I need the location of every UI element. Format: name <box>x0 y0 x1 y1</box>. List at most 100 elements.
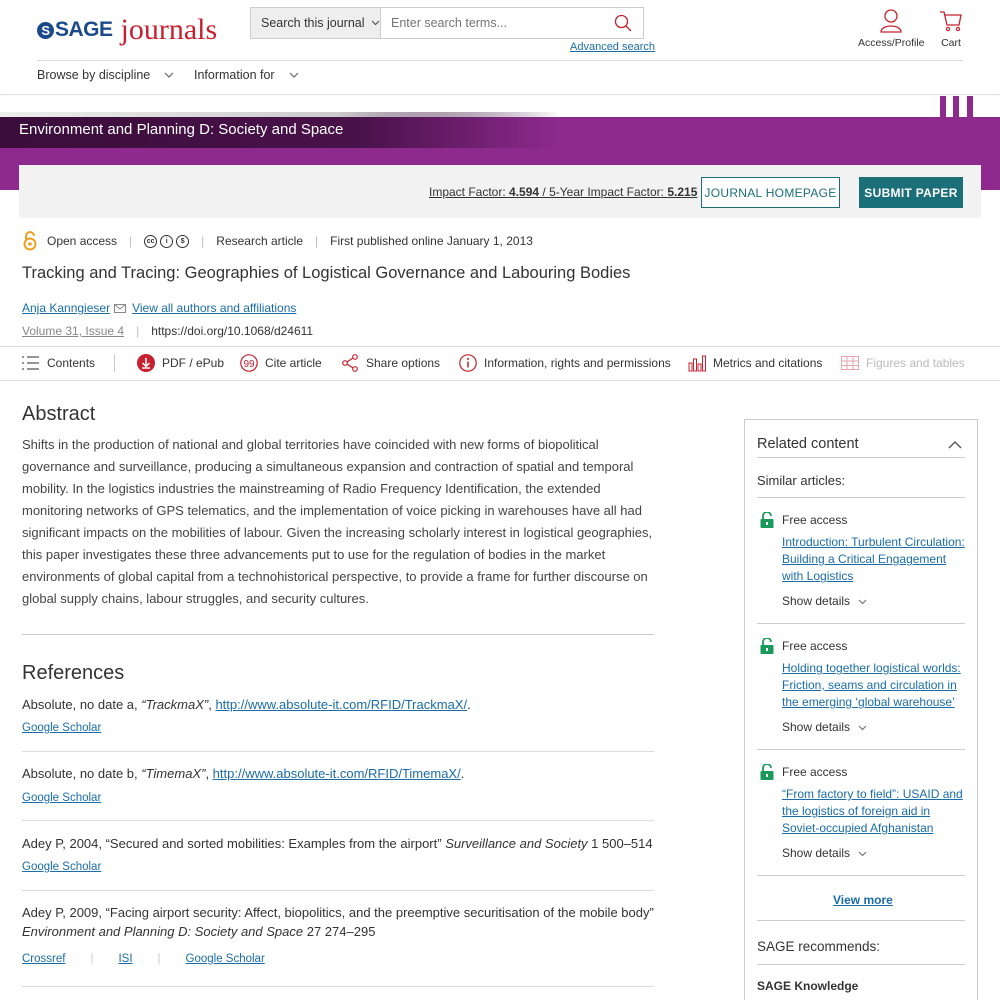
chevron-up-icon[interactable] <box>948 436 962 454</box>
show-details-button[interactable]: Show details <box>782 846 867 860</box>
list-icon <box>22 356 39 370</box>
contents-button[interactable]: Contents <box>22 352 95 374</box>
figures-tables-button[interactable]: Figures and tables <box>841 352 965 374</box>
access-profile-label: Access/Profile <box>858 37 925 49</box>
search-bar: Search this journal <box>250 7 644 39</box>
search-button[interactable] <box>603 8 643 38</box>
metrics-citations-button[interactable]: Metrics and citations <box>688 352 822 374</box>
journal-homepage-button[interactable]: JOURNAL HOMEPAGE <box>701 177 840 208</box>
journal-banner-highlight <box>0 112 560 117</box>
nav-browse-by-discipline[interactable]: Browse by discipline <box>37 68 174 82</box>
figures-tables-label: Figures and tables <box>866 356 965 370</box>
impact-factor-separator: / <box>539 185 550 199</box>
envelope-icon[interactable] <box>114 303 127 313</box>
unlock-icon <box>760 637 774 659</box>
related-divider <box>757 920 965 921</box>
cart-button[interactable]: Cart <box>939 9 963 49</box>
open-access-icon <box>23 231 37 251</box>
cite-article-button[interactable]: 99 Cite article <box>240 352 322 374</box>
submit-paper-button[interactable]: SUBMIT PAPER <box>859 177 963 208</box>
reference-text: Absolute, no date b, <box>22 766 142 781</box>
contents-label: Contents <box>47 356 96 370</box>
sage-recommends-heading: SAGE recommends: <box>757 939 881 954</box>
journal-name[interactable]: Environment and Planning D: Society and … <box>19 121 343 138</box>
show-details-label: Show details <box>782 846 851 860</box>
impact-factor-label: Impact Factor: <box>429 185 510 199</box>
reference-title: “TimemaX” <box>141 766 206 781</box>
quote-icon: 99 <box>240 354 258 372</box>
sage-journals-logo[interactable]: S SAGE journals <box>37 13 218 46</box>
nav-divider <box>0 94 1000 95</box>
reference-text: Adey P, 2009, “Facing airport security: … <box>22 905 654 920</box>
show-details-button[interactable]: Show details <box>782 594 867 608</box>
abstract-heading: Abstract <box>22 403 96 425</box>
meta-separator: | <box>315 234 319 248</box>
author-row: Anja Kanngieser View all authors and aff… <box>22 301 296 315</box>
view-more-link[interactable]: View more <box>833 893 893 907</box>
related-divider <box>757 497 965 498</box>
search-icon <box>614 14 632 32</box>
search-scope-label: Search this journal <box>261 16 365 30</box>
related-article-link[interactable]: Holding together logistical worlds: Fric… <box>782 660 966 711</box>
all-authors-link[interactable]: View all authors and affiliations <box>132 301 296 315</box>
information-rights-label: Information, rights and permissions <box>484 356 671 370</box>
google-scholar-link[interactable]: Google Scholar <box>22 792 101 804</box>
reference-divider <box>22 986 654 987</box>
meta-separator: | <box>136 324 140 338</box>
reference-url-link[interactable]: http://www.absolute-it.com/RFID/TimemaX/ <box>213 766 461 781</box>
five-year-impact-label: 5-Year Impact Factor: <box>549 185 668 199</box>
nav-information-for[interactable]: Information for <box>194 68 299 82</box>
toolbar-bottom-border <box>0 380 1000 381</box>
reference-item: Absolute, no date b, “TimemaX”, http://w… <box>22 764 654 783</box>
bar-chart-icon <box>688 355 706 372</box>
share-options-button[interactable]: Share options <box>341 352 440 374</box>
reference-item: Adey P, 2009, “Facing airport security: … <box>22 903 654 941</box>
issue-row: Volume 31, Issue 4 | https://doi.org/10.… <box>22 324 313 338</box>
impact-factor-link[interactable]: Impact Factor: 4.594 / 5-Year Impact Fac… <box>429 185 697 199</box>
chevron-down-icon <box>858 594 867 608</box>
information-rights-button[interactable]: Information, rights and permissions <box>459 352 671 374</box>
references-heading: References <box>22 662 125 684</box>
doi[interactable]: https://doi.org/10.1068/d24611 <box>151 324 313 338</box>
show-details-label: Show details <box>782 720 851 734</box>
reference-text: , <box>205 766 213 781</box>
logo-sage-text: S SAGE <box>37 18 113 42</box>
pdf-epub-button[interactable]: PDF / ePub <box>137 352 224 374</box>
access-profile-button[interactable]: Access/Profile <box>858 9 925 49</box>
google-scholar-link[interactable]: Google Scholar <box>22 722 101 734</box>
search-input[interactable] <box>381 8 603 38</box>
svg-text:99: 99 <box>243 359 255 370</box>
reference-text: . <box>460 766 465 781</box>
google-scholar-link[interactable]: Google Scholar <box>186 953 265 965</box>
related-content-heading[interactable]: Related content <box>757 436 859 452</box>
logo-journals-text: journals <box>120 13 218 46</box>
search-scope-select[interactable]: Search this journal <box>251 8 381 38</box>
show-details-button[interactable]: Show details <box>782 720 867 734</box>
link-separator: | <box>157 953 161 965</box>
creative-commons-icon[interactable]: cc i $ <box>144 234 190 248</box>
meta-separator: | <box>201 234 205 248</box>
author-link[interactable]: Anja Kanngieser <box>22 301 110 315</box>
cite-article-label: Cite article <box>265 356 322 370</box>
unlock-icon <box>760 511 774 533</box>
related-divider <box>757 875 965 876</box>
reference-url-link[interactable]: http://www.absolute-it.com/RFID/TrackmaX… <box>215 697 467 712</box>
volume-issue-link[interactable]: Volume 31, Issue 4 <box>22 324 124 338</box>
reference-text: 27 274–295 <box>303 924 376 939</box>
article-type: Research article <box>216 234 303 248</box>
related-divider <box>757 964 965 965</box>
google-scholar-link[interactable]: Google Scholar <box>22 861 101 873</box>
isi-link[interactable]: ISI <box>118 953 132 965</box>
metrics-citations-label: Metrics and citations <box>713 356 823 370</box>
free-access-label: Free access <box>782 765 848 779</box>
related-article-link[interactable]: Introduction: Turbulent Circulation: Bui… <box>782 534 966 585</box>
related-article-link[interactable]: “From factory to field”: USAID and the l… <box>782 786 966 837</box>
advanced-search-link[interactable]: Advanced search <box>570 41 655 53</box>
crossref-link[interactable]: Crossref <box>22 953 65 965</box>
cc-by-icon: i <box>160 234 174 248</box>
reference-journal: Surveillance and Society <box>445 836 588 851</box>
reference-journal: Environment and Planning D: Society and … <box>22 924 304 939</box>
show-details-label: Show details <box>782 594 851 608</box>
reference-text: Adey P, 2004, “Secured and sorted mobili… <box>22 836 446 851</box>
reference-text: 1 500–514 <box>587 836 653 851</box>
